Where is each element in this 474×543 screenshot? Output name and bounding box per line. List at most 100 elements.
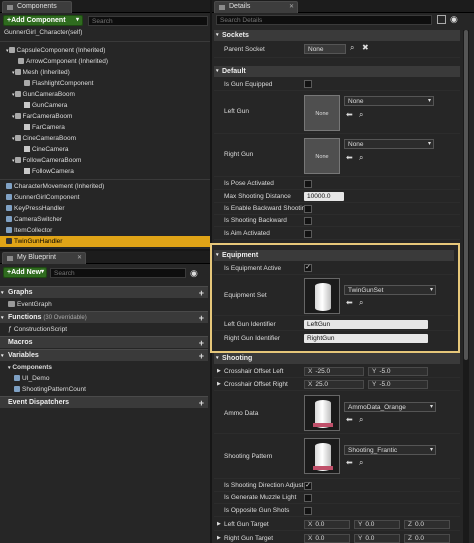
use-selected-arrow-icon[interactable]: ⬅ (346, 110, 353, 119)
construction-script-item[interactable]: ƒ ConstructionScript (0, 324, 208, 335)
tab-details[interactable]: Details ✕ (214, 1, 298, 13)
use-selected-arrow-icon[interactable]: ⬅ (346, 153, 353, 162)
is-shooting-backward-checkbox[interactable] (304, 217, 312, 225)
root-component[interactable]: GunnerGirl_Character(self) (4, 29, 82, 36)
details-search-input[interactable] (216, 15, 432, 25)
max-shooting-distance-input[interactable]: 10000.0 (304, 192, 344, 201)
tree-item-gunnergirlcomponent[interactable]: GunnerGirlComponent (0, 192, 208, 203)
is-shooting-direction-checkbox[interactable]: ✓ (304, 482, 312, 490)
add-component-button[interactable]: +Add Component ▾ (3, 15, 83, 26)
is-equipment-active-checkbox[interactable]: ✓ (304, 264, 312, 272)
clear-icon[interactable]: ✖ (362, 43, 369, 52)
event-graph-item[interactable]: EventGraph (0, 299, 208, 310)
expand-arrow-icon[interactable]: ▶ (217, 368, 221, 374)
add-macro-icon[interactable]: + (199, 337, 204, 349)
expand-arrow-icon[interactable]: ▶ (217, 381, 221, 387)
blueprint-search-input[interactable] (50, 268, 186, 278)
left-gun-thumbnail[interactable]: None (304, 95, 340, 131)
ammo-data-thumbnail[interactable] (304, 395, 340, 431)
use-selected-arrow-icon[interactable]: ⬅ (346, 415, 353, 424)
ammo-data-dropdown[interactable]: AmmoData_Orange ▾ (344, 402, 436, 412)
tree-item-capsule[interactable]: ▾ CapsuleComponent (Inherited) (0, 45, 208, 56)
close-icon[interactable]: ✕ (289, 3, 294, 10)
tree-item-itemcollector[interactable]: ItemCollector (0, 225, 208, 236)
functions-header[interactable]: ▾ Functions (30 Overridable) + (0, 311, 208, 323)
components-search-input[interactable] (88, 16, 208, 26)
search-icon[interactable]: ⌕ (350, 43, 354, 53)
is-enable-backward-checkbox[interactable] (304, 205, 312, 213)
right-gun-target-x[interactable]: X 0.0 (304, 534, 350, 543)
tab-components[interactable]: Components (2, 1, 72, 13)
right-gun-identifier-input[interactable]: RightGun (304, 334, 428, 343)
eye-icon[interactable]: ◉ (450, 14, 458, 25)
close-icon[interactable]: ✕ (77, 254, 82, 261)
shooting-pattern-thumbnail[interactable] (304, 438, 340, 474)
is-gun-equipped-checkbox[interactable] (304, 80, 312, 88)
sockets-category[interactable]: ▾ Sockets (214, 30, 460, 41)
browse-search-icon[interactable]: ⌕ (359, 298, 363, 308)
components-category[interactable]: ▾ Components (0, 362, 208, 373)
eye-icon[interactable]: ◉ (190, 268, 198, 279)
is-opposite-gun-checkbox[interactable] (304, 507, 312, 515)
browse-search-icon[interactable]: ⌕ (359, 153, 363, 163)
add-graph-icon[interactable]: + (199, 287, 204, 299)
right-gun-target-z[interactable]: Z 0.0 (404, 534, 450, 543)
use-selected-arrow-icon[interactable]: ⬅ (346, 458, 353, 467)
tree-item-arrow[interactable]: ArrowComponent (Inherited) (0, 56, 208, 67)
tree-item-cinecamera[interactable]: CineCamera (0, 144, 208, 155)
is-generate-muzzle-checkbox[interactable] (304, 494, 312, 502)
right-gun-target-y[interactable]: Y 0.0 (354, 534, 400, 543)
variables-header[interactable]: ▾ Variables + (0, 349, 208, 361)
tree-item-guncamera[interactable]: GunCamera (0, 100, 208, 111)
tree-item-flashlight[interactable]: FlashlightComponent (0, 78, 208, 89)
grid-view-icon[interactable] (437, 15, 446, 24)
crosshair-left-y[interactable]: Y -5.0 (368, 367, 428, 376)
tree-item-keypresshandler[interactable]: KeyPressHandler (0, 203, 208, 214)
browse-search-icon[interactable]: ⌕ (359, 458, 363, 468)
variable-shooting-pattern-count[interactable]: ShootingPatternCount (0, 384, 208, 395)
tree-item-farcamera[interactable]: FarCamera (0, 122, 208, 133)
right-gun-thumbnail[interactable]: None (304, 138, 340, 174)
add-dispatcher-icon[interactable]: + (199, 397, 204, 409)
expand-arrow-icon[interactable]: ▶ (217, 521, 221, 527)
expand-arrow-icon[interactable]: ▶ (217, 535, 221, 541)
add-new-button[interactable]: +Add New ▾ (3, 267, 47, 278)
tree-item-cameraswitcher[interactable]: CameraSwitcher (0, 214, 208, 225)
variable-ui-demo[interactable]: UI_Demo (0, 373, 208, 384)
left-gun-target-y[interactable]: Y 0.0 (354, 520, 400, 529)
crosshair-left-x[interactable]: X -25.0 (304, 367, 364, 376)
equipment-set-dropdown[interactable]: TwinGunSet ▾ (344, 285, 436, 295)
browse-search-icon[interactable]: ⌕ (359, 415, 363, 425)
tree-item-followcameraboom[interactable]: ▾ FollowCameraBoom (0, 155, 208, 166)
shooting-category[interactable]: ▾ Shooting (214, 353, 460, 364)
shooting-pattern-dropdown[interactable]: Shooting_Frantic ▾ (344, 445, 436, 455)
equipment-set-thumbnail[interactable] (304, 278, 340, 314)
tree-item-followcamera[interactable]: FollowCamera (0, 166, 208, 177)
graphs-header[interactable]: ▾ Graphs + (0, 286, 208, 298)
tab-my-blueprint[interactable]: My Blueprint ✕ (2, 252, 86, 264)
crosshair-right-y[interactable]: Y -5.0 (368, 380, 428, 389)
default-category[interactable]: ▾ Default (214, 66, 460, 77)
tree-item-guncameraboom[interactable]: ▾ GunCameraBoom (0, 89, 208, 100)
is-pose-activated-checkbox[interactable] (304, 180, 312, 188)
browse-search-icon[interactable]: ⌕ (359, 110, 363, 120)
right-gun-dropdown[interactable]: None ▾ (344, 139, 434, 149)
add-function-icon[interactable]: + (199, 312, 204, 324)
is-aim-activated-checkbox[interactable] (304, 230, 312, 238)
add-variable-icon[interactable]: + (199, 350, 204, 362)
tree-item-mesh[interactable]: ▾ Mesh (Inherited) (0, 67, 208, 78)
use-selected-arrow-icon[interactable]: ⬅ (346, 298, 353, 307)
tree-item-farcameraboom[interactable]: ▾ FarCameraBoom (0, 111, 208, 122)
tree-item-twingunhandler[interactable]: TwinGunHandler (0, 236, 210, 247)
scrollbar-thumb[interactable] (464, 30, 468, 360)
parent-socket-value[interactable]: None (304, 44, 346, 54)
left-gun-dropdown[interactable]: None ▾ (344, 96, 434, 106)
tree-item-cinecameraboom[interactable]: ▾ CineCameraBoom (0, 133, 208, 144)
tree-item-charmovement[interactable]: CharacterMovement (Inherited) (0, 181, 208, 192)
details-scrollbar[interactable] (463, 30, 469, 543)
event-dispatchers-header[interactable]: Event Dispatchers + (0, 396, 208, 408)
left-gun-target-x[interactable]: X 0.0 (304, 520, 350, 529)
equipment-category[interactable]: ▾ Equipment (214, 250, 454, 261)
macros-header[interactable]: Macros + (0, 336, 208, 348)
crosshair-right-x[interactable]: X 25.0 (304, 380, 364, 389)
